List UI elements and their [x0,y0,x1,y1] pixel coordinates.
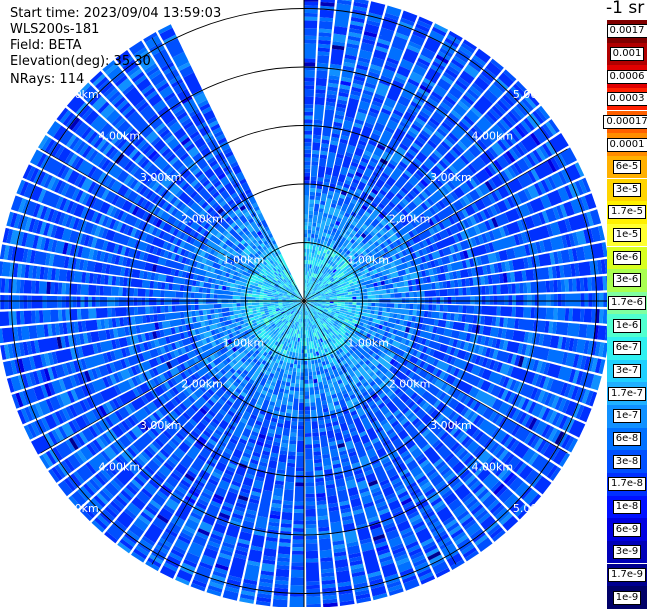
colorbar-cell: 1.7e-8 [607,473,647,496]
range-ring-label: 1.00km [347,336,389,349]
colorbar-cell: 6e-8 [607,428,647,451]
start-time-label: Start time: 2023/09/04 13:59:03 [10,6,221,22]
range-ring-label: 1.00km [347,254,389,267]
colorbar-cell: 1.7e-9 [607,564,647,587]
range-ring-label: 2.00km [181,212,223,225]
range-ring-label: 4.00km [471,460,513,473]
colorbar-tick-label: 3e-6 [613,273,642,287]
station-label: WLS200s-181 [10,22,99,38]
colorbar-cell: 1e-7 [607,405,647,428]
range-ring-label: 2.00km [389,212,431,225]
range-ring-label: 3.00km [140,171,182,184]
range-ring-label: 2.00km [389,378,431,391]
colorbar-cell: 3e-6 [607,269,647,292]
colorbar-tick-label: 3e-5 [613,183,642,197]
nrays-label: NRays: 114 [10,72,84,88]
colorbar-cell: 6e-5 [607,156,647,179]
colorbar-cell: 3e-5 [607,179,647,202]
range-ring-label: 1.00km [223,336,265,349]
colorbar-cell: 1e-6 [607,314,647,337]
colorbar-cell: 6e-7 [607,337,647,360]
colorbar-tick-label: 0.001 [610,47,645,61]
colorbar-tick-label: 1e-7 [613,409,642,423]
colorbar-tick-label: 1.7e-5 [608,205,646,219]
range-ring-label: 5.00km [57,502,99,515]
elevation-label: Elevation(deg): 35.30 [10,54,151,70]
range-ring-label: 4.00km [99,460,141,473]
colorbar-tick-label: 6e-9 [613,523,642,537]
range-ring-label: 3.00km [140,419,182,432]
colorbar-cell: 6e-6 [607,247,647,270]
colorbar-tick-label: 1.7e-6 [608,296,646,310]
colorbar-cell: 0.0003 [607,88,647,111]
colorbar-cell: 0.001 [607,43,647,66]
colorbar-tick-label: 1.7e-7 [608,387,646,401]
field-label: Field: BETA [10,38,81,54]
colorbar-tick-label: 0.00017 [603,115,647,129]
colorbar-cell: 3e-8 [607,450,647,473]
range-ring-label: 3.00km [430,171,472,184]
colorbar-tick-label: 1e-6 [613,319,642,333]
colorbar-cell: 0.0017 [607,20,647,43]
range-ring-label: 4.00km [99,130,141,143]
colorbar-tick-label: 6e-7 [613,341,642,355]
range-ring-label: 5.00km [513,502,555,515]
colorbar-cell: 1.7e-6 [607,292,647,315]
colorbar-tick-label: 0.0003 [607,92,647,106]
colorbar-cell: 3e-7 [607,360,647,383]
colorbar-tick-label: 1.7e-8 [608,477,646,491]
colorbar-cell: 1e-8 [607,496,647,519]
range-ring-label: 5.00km [513,88,555,101]
colorbar-tick-label: 1.7e-9 [608,568,646,582]
colorbar-tick-label: 1e-8 [613,500,642,514]
colorbar-cell: 1.7e-5 [607,201,647,224]
colorbar-cell: 1e-5 [607,224,647,247]
range-ring-label: 3.00km [430,419,472,432]
range-ring-label: 1.00km [223,254,265,267]
ppi-plot: 1.00km 1.00km 1.00km 1.00km 2.00km 2.00km 2.00… [0,0,647,607]
colorbar-title: -1 sr [606,0,644,18]
range-ring-label: 2.00km [181,378,223,391]
colorbar-cell: 0.00017 [607,111,647,134]
colorbar-cell: 6e-9 [607,518,647,541]
range-ring-label: 4.00km [471,130,513,143]
colorbar-tick-label: 6e-8 [613,432,642,446]
colorbar-tick-label: 3e-8 [613,455,642,469]
colorbar-tick-label: 3e-9 [613,545,642,559]
colorbar-tick-label: 0.0006 [607,70,647,84]
colorbar-cell: 0.0001 [607,133,647,156]
colorbar-tick-label: 6e-5 [613,160,642,174]
colorbar-tick-label: 1e-9 [613,591,642,605]
colorbar-tick-label: 1e-5 [613,228,642,242]
colorbar-cell: 1.7e-7 [607,382,647,405]
colorbar-cell: 1e-9 [607,586,647,609]
colorbar-tick-label: 6e-6 [613,251,642,265]
colorbar-cell: 0.0006 [607,65,647,88]
colorbar-tick-label: 0.0001 [607,138,647,152]
colorbar-tick-label: 0.0017 [607,24,647,38]
colorbar-tick-label: 3e-7 [613,364,642,378]
range-ring-label: 5.00km [57,88,99,101]
colorbar-cell: 3e-9 [607,541,647,564]
